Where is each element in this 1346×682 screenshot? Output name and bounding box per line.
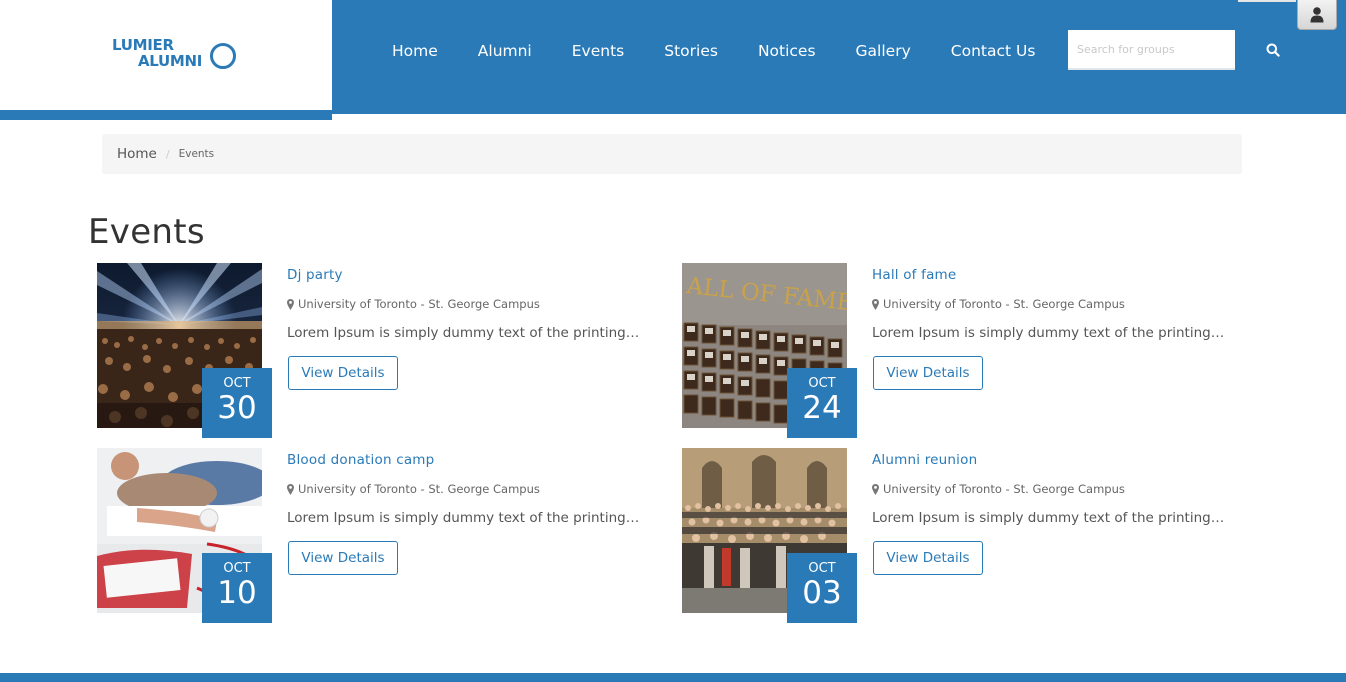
event-card-dj-party: OCT 30 Dj party University of Toronto - … xyxy=(97,263,657,438)
event-description: Lorem Ipsum is simply dummy text of the … xyxy=(872,325,1227,341)
event-title-link[interactable]: Dj party xyxy=(287,267,343,283)
event-date-day: 30 xyxy=(217,390,257,426)
nav-item-stories[interactable]: Stories xyxy=(644,40,738,62)
nav-item-notices[interactable]: Notices xyxy=(738,40,836,62)
logo-underline xyxy=(0,110,332,120)
event-date-badge: OCT 30 xyxy=(202,368,272,438)
nav-item-contact-us[interactable]: Contact Us xyxy=(931,40,1056,62)
event-date-day: 24 xyxy=(802,390,842,426)
event-date-month: OCT xyxy=(808,561,836,576)
event-title-link[interactable]: Blood donation camp xyxy=(287,452,434,468)
page-title: Events xyxy=(88,212,205,252)
event-card-hall-of-fame: ALL OF FAME OCT 24 Hall of fame Universi… xyxy=(682,263,1242,438)
search-input[interactable] xyxy=(1068,30,1235,70)
view-details-button[interactable]: View Details xyxy=(873,356,983,390)
event-date-badge: OCT 10 xyxy=(202,553,272,623)
event-location: University of Toronto - St. George Campu… xyxy=(287,297,540,311)
event-title-link[interactable]: Alumni reunion xyxy=(872,452,977,468)
view-details-button[interactable]: View Details xyxy=(288,541,398,575)
breadcrumb-home[interactable]: Home xyxy=(117,146,157,162)
main-nav: Home Alumni Events Stories Notices Galle… xyxy=(372,40,1055,62)
event-location-text: University of Toronto - St. George Campu… xyxy=(883,482,1125,496)
search-icon xyxy=(1266,43,1280,57)
nav-item-events[interactable]: Events xyxy=(552,40,644,62)
event-date-badge: OCT 24 xyxy=(787,368,857,438)
view-details-button[interactable]: View Details xyxy=(873,541,983,575)
breadcrumb-current: Events xyxy=(178,148,215,160)
logo-line-2: ALUMNI xyxy=(138,52,203,70)
user-account-button[interactable] xyxy=(1297,0,1337,30)
map-marker-icon xyxy=(872,483,879,495)
event-title-link[interactable]: Hall of fame xyxy=(872,267,956,283)
nav-item-alumni[interactable]: Alumni xyxy=(458,40,552,62)
logo-line-1: LUMIER xyxy=(112,36,174,54)
nav-item-home[interactable]: Home xyxy=(372,40,458,62)
event-location: University of Toronto - St. George Campu… xyxy=(872,297,1125,311)
search-button[interactable] xyxy=(1258,36,1288,64)
nav-item-gallery[interactable]: Gallery xyxy=(836,40,931,62)
footer-bar xyxy=(0,673,1346,682)
breadcrumb: Home / Events xyxy=(102,134,1242,174)
event-date-month: OCT xyxy=(223,561,251,576)
event-date-month: OCT xyxy=(223,376,251,391)
event-location-text: University of Toronto - St. George Campu… xyxy=(298,482,540,496)
user-tab-edge xyxy=(1238,0,1296,2)
event-description: Lorem Ipsum is simply dummy text of the … xyxy=(287,325,642,341)
event-date-month: OCT xyxy=(808,376,836,391)
breadcrumb-separator: / xyxy=(165,147,170,161)
user-icon xyxy=(1310,6,1324,22)
event-card-blood-donation-camp: OCT 10 Blood donation camp University of… xyxy=(97,448,657,623)
logo-wordmark: LUMIER ALUMNI xyxy=(112,37,202,69)
brand-logo[interactable]: LUMIER ALUMNI xyxy=(112,37,237,69)
map-marker-icon xyxy=(287,298,294,310)
event-location-text: University of Toronto - St. George Campu… xyxy=(883,297,1125,311)
event-description: Lorem Ipsum is simply dummy text of the … xyxy=(287,510,642,526)
logo-ring-icon xyxy=(210,43,237,69)
map-marker-icon xyxy=(287,483,294,495)
view-details-button[interactable]: View Details xyxy=(288,356,398,390)
event-date-badge: OCT 03 xyxy=(787,553,857,623)
event-date-day: 10 xyxy=(217,575,257,611)
event-location: University of Toronto - St. George Campu… xyxy=(872,482,1125,496)
event-card-alumni-reunion: OCT 03 Alumni reunion University of Toro… xyxy=(682,448,1242,623)
event-description: Lorem Ipsum is simply dummy text of the … xyxy=(872,510,1227,526)
event-location: University of Toronto - St. George Campu… xyxy=(287,482,540,496)
map-marker-icon xyxy=(872,298,879,310)
event-date-day: 03 xyxy=(802,575,842,611)
event-location-text: University of Toronto - St. George Campu… xyxy=(298,297,540,311)
